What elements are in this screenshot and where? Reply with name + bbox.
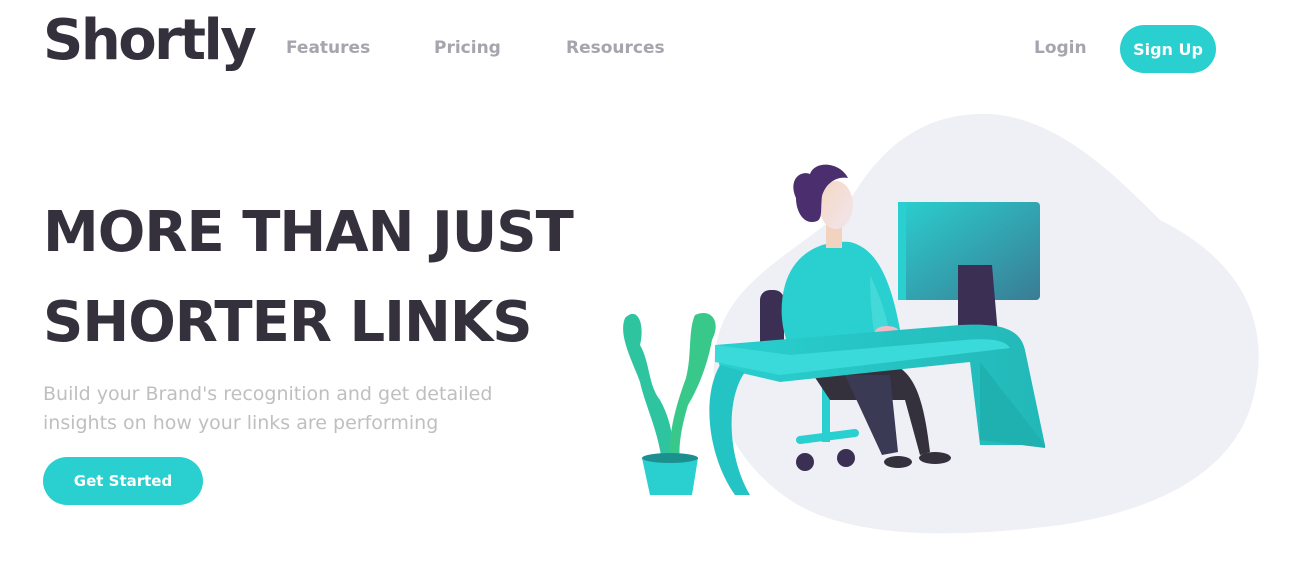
nav-pricing-link[interactable]: Pricing [434,38,501,58]
hero-title-line-1: MORE THAN JUST [43,200,574,265]
person-working-illustration [623,113,1259,534]
nav-features-link[interactable]: Features [286,38,370,58]
get-started-button[interactable]: Get Started [43,457,203,505]
hero-subtitle: Build your Brand's recognition and get d… [43,383,493,434]
nav-resources-link[interactable]: Resources [566,38,665,58]
login-link[interactable]: Login [1034,38,1087,58]
hero-title: MORE THAN JUST SHORTER LINKS [43,188,603,368]
hero-title-line-2: SHORTER LINKS [43,290,533,355]
logo[interactable]: Shortly [43,8,257,73]
signup-button[interactable]: Sign Up [1120,25,1216,73]
potted-plant [623,312,716,495]
